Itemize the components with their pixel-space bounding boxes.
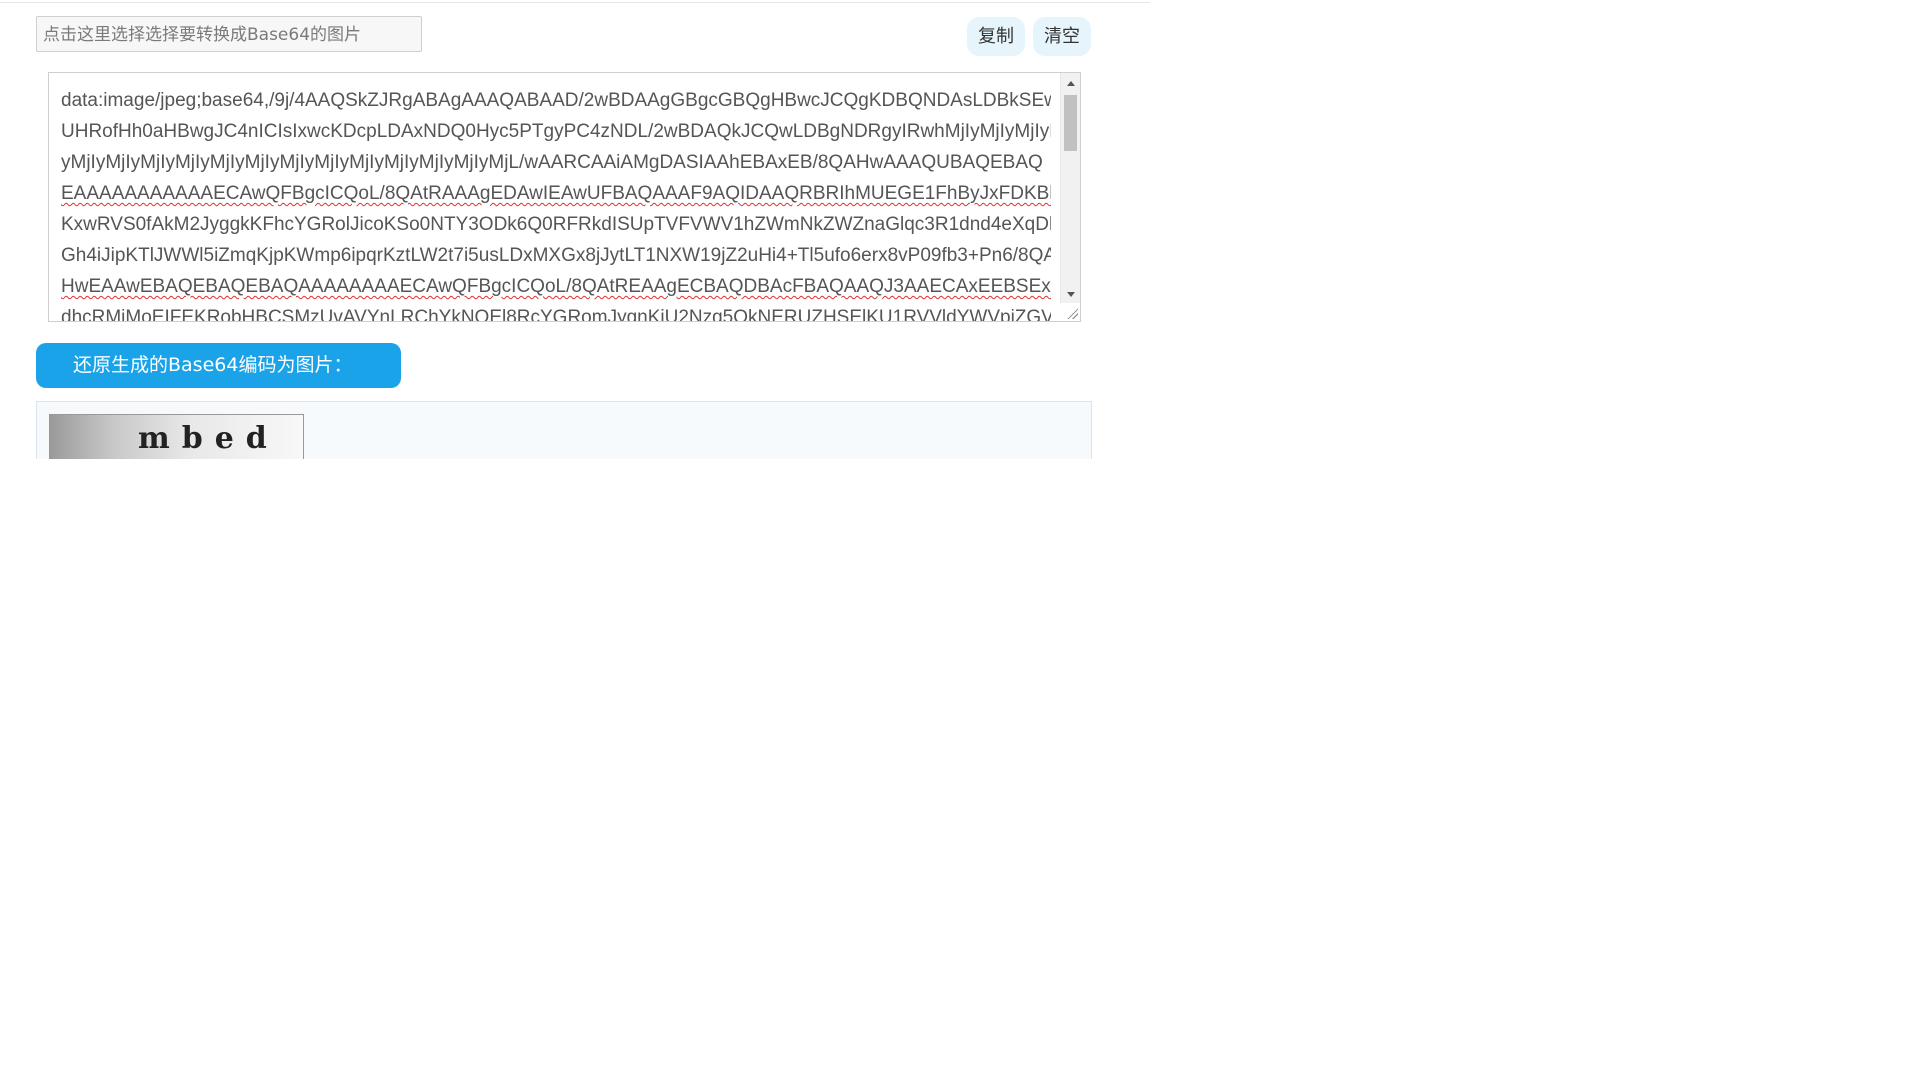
restore-image-button[interactable]: 还原生成的Base64编码为图片： xyxy=(36,343,401,388)
base64-line: KxwRVS0fAkM2JyggkKFhcYGRolJicoKSo0NTY3OD… xyxy=(61,214,1051,235)
scroll-thumb[interactable] xyxy=(1064,95,1077,151)
base64-line: data:image/jpeg;base64,/9j/4AAQSkZJRgABA… xyxy=(61,90,1051,111)
textarea-scrollbar[interactable] xyxy=(1060,73,1080,303)
base64-output-textarea[interactable]: data:image/jpeg;base64,/9j/4AAQSkZJRgABA… xyxy=(48,72,1081,322)
base64-line: yMjIyMjIyMjIyMjIyMjIyMjIyMjIyMjIyMjIyMjI… xyxy=(61,152,1043,173)
base64-line: HwEAAwEBAQEBAQEBAQAAAAAAAAECAwQFBgcICQoL… xyxy=(61,276,1051,297)
base64-line: dhcRMiMoEIFEKRobHBCSMzUvAVYnLRChYkNOEl8R… xyxy=(61,307,1051,322)
scroll-up-arrow-icon[interactable] xyxy=(1067,81,1075,86)
base64-line: UHRofHh0aHBwgJC4nICIsIxwcKDcpLDAxNDQ0Hyc… xyxy=(61,121,1051,142)
base64-output-text: data:image/jpeg;base64,/9j/4AAQSkZJRgABA… xyxy=(61,85,1051,322)
file-select-input[interactable]: 点击这里选择选择要转换成Base64的图片 xyxy=(36,16,422,52)
top-divider xyxy=(0,2,1150,3)
resize-grip-icon[interactable] xyxy=(1066,307,1078,319)
clear-button[interactable]: 清空 xyxy=(1033,17,1091,56)
copy-button[interactable]: 复制 xyxy=(967,17,1025,56)
scroll-down-arrow-icon[interactable] xyxy=(1067,292,1075,297)
base64-line: EAAAAAAAAAAAECAwQFBgcICQoL/8QAtRAAAgEDAw… xyxy=(61,183,1051,204)
captcha-image: mbed xyxy=(49,414,304,459)
image-preview-panel: mbed xyxy=(36,401,1092,459)
captcha-image-text: mbed xyxy=(138,421,279,456)
base64-line: Gh4iJipKTlJWWl5iZmqKjpKWmp6ipqrKztLW2t7i… xyxy=(61,245,1051,266)
